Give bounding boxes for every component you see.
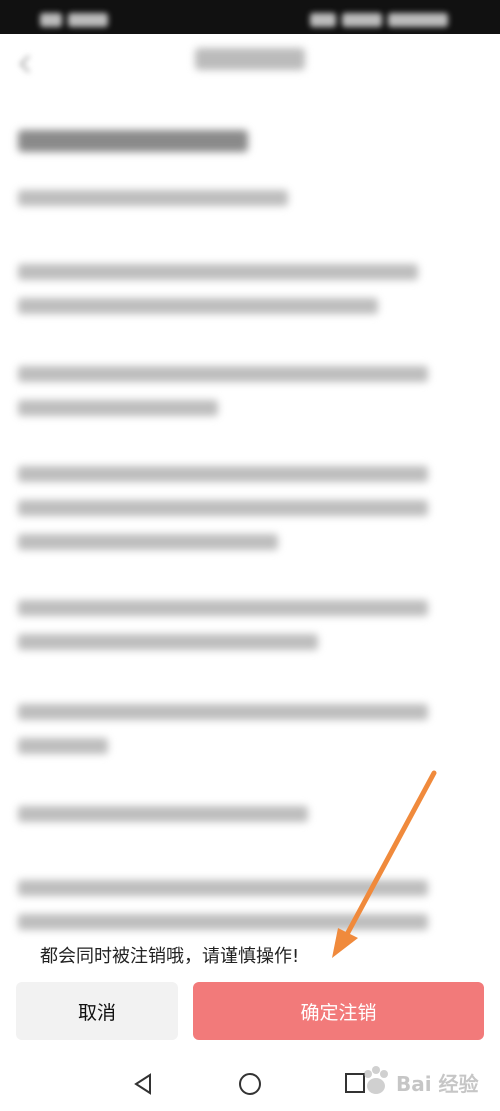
notice-heading-blurred — [18, 130, 248, 157]
notice-item-blurred — [18, 874, 448, 942]
confirm-deactivate-button[interactable]: 确定注销 — [193, 982, 484, 1040]
status-bar — [0, 0, 500, 34]
notice-item-blurred — [18, 258, 448, 326]
watermark: Bai 经验 — [356, 1058, 486, 1108]
cancel-button[interactable]: 取消 — [16, 982, 178, 1040]
nav-back-icon[interactable] — [132, 1072, 154, 1100]
action-bar: 取消 确定注销 — [0, 978, 500, 1048]
notice-item-blurred — [18, 698, 448, 766]
notice-item-blurred — [18, 594, 448, 662]
warning-text: 都会同时被注销哦，请谨慎操作! — [40, 946, 300, 967]
status-bar-right-blurred — [310, 9, 460, 27]
notice-item-blurred — [18, 184, 448, 218]
page-header — [0, 34, 500, 98]
status-bar-left-blurred — [40, 9, 120, 27]
page-title-blurred — [0, 48, 500, 76]
watermark-text: Bai 经验 — [396, 1072, 479, 1096]
nav-home-icon[interactable] — [238, 1072, 262, 1100]
notice-item-blurred — [18, 460, 448, 562]
baidu-paw-icon — [364, 1066, 388, 1094]
notice-content — [0, 98, 500, 978]
notice-item-blurred — [18, 800, 448, 834]
notice-item-blurred — [18, 360, 448, 428]
